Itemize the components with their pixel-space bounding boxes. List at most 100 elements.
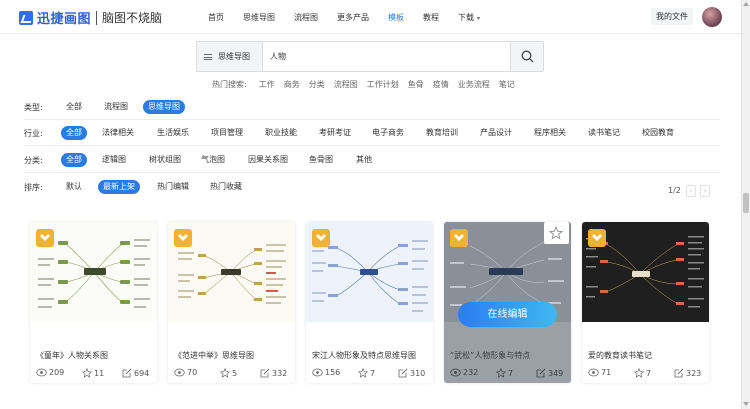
logo-text: 迅捷画图 xyxy=(37,12,92,27)
hot-search-item[interactable]: 鱼骨 xyxy=(408,79,424,90)
star-count: 11 xyxy=(82,368,104,378)
chevron-down-icon: ▾ xyxy=(477,14,481,22)
next-page-button[interactable]: › xyxy=(700,185,710,197)
sort-default[interactable]: 默认 xyxy=(66,180,82,194)
search-type-select[interactable]: 思维导图 xyxy=(197,42,263,71)
search-icon xyxy=(521,50,534,63)
nav-templates[interactable]: 模板 xyxy=(388,12,404,23)
filter-category-label: 分类: xyxy=(24,155,43,165)
hot-search-item[interactable]: 商务 xyxy=(284,79,300,90)
filter-category-tree[interactable]: 树状组图 xyxy=(149,153,181,167)
search-button[interactable] xyxy=(510,42,543,71)
filter-industry-ecommerce[interactable]: 电子商务 xyxy=(372,126,404,140)
filter-type-all[interactable]: 全部 xyxy=(66,100,82,114)
template-card[interactable]: 《范进中举》思维导图 70 5 332 xyxy=(168,222,295,383)
filter-category-row: 分类: 全部 逻辑图 树状组图 气泡图 因果关系图 鱼骨图 其他 xyxy=(0,152,721,168)
nav-flowchart[interactable]: 流程图 xyxy=(294,12,318,23)
eye-icon xyxy=(36,368,47,377)
template-card[interactable]: 宋江人物形象及特点思维导图 156 7 310 xyxy=(306,222,433,383)
hot-search-item[interactable]: 工作计划 xyxy=(367,79,399,90)
filter-industry-life[interactable]: 生活娱乐 xyxy=(157,126,189,140)
hot-search-item[interactable]: 流程图 xyxy=(334,79,358,90)
star-count-value: 7 xyxy=(370,368,376,378)
filter-industry-pm[interactable]: 项目管理 xyxy=(211,126,243,140)
edit-count-value: 694 xyxy=(134,368,150,378)
edit-icon xyxy=(536,368,546,378)
nav-download[interactable]: 下载 ▾ xyxy=(458,12,480,23)
filter-industry-reading[interactable]: 读书笔记 xyxy=(588,126,620,140)
nav-mindmap[interactable]: 思维导图 xyxy=(243,12,275,23)
filter-industry-all[interactable]: 全部 xyxy=(61,126,87,140)
filter-type-flowchart[interactable]: 流程图 xyxy=(104,100,128,114)
hot-search-item[interactable]: 疫情 xyxy=(433,79,449,90)
favorite-button[interactable] xyxy=(544,222,569,244)
filter-industry-campus[interactable]: 校园教育 xyxy=(642,126,674,140)
filter-industry-product[interactable]: 产品设计 xyxy=(480,126,512,140)
hot-search-item[interactable]: 笔记 xyxy=(499,79,515,90)
star-count-value: 7 xyxy=(508,368,514,378)
template-card[interactable]: 在线编辑 “武松”人物形象与特点 232 7 349 xyxy=(444,222,571,383)
vip-badge-icon xyxy=(312,229,330,247)
online-edit-button[interactable]: 在线编辑 xyxy=(458,302,557,327)
edit-count-value: 349 xyxy=(548,368,564,378)
star-icon xyxy=(220,368,230,378)
template-card[interactable]: 爱的教育读书笔记 71 7 323 xyxy=(582,222,709,383)
divider xyxy=(24,145,720,146)
filter-category-cause[interactable]: 因果关系图 xyxy=(248,153,288,167)
star-count-value: 5 xyxy=(232,368,238,378)
scroll-up-icon[interactable] xyxy=(743,2,749,6)
filter-industry-law[interactable]: 法律相关 xyxy=(102,126,134,140)
avatar[interactable] xyxy=(702,7,722,27)
my-files-button[interactable]: 我的文件 xyxy=(651,8,693,25)
eye-icon xyxy=(174,368,185,377)
filter-industry-skills[interactable]: 职业技能 xyxy=(265,126,297,140)
sort-hot-fav[interactable]: 热门收藏 xyxy=(210,180,242,194)
star-count-value: 7 xyxy=(646,368,652,378)
star-icon xyxy=(82,368,92,378)
eye-icon xyxy=(450,368,461,377)
edit-count: 349 xyxy=(536,368,563,378)
logo-slogan: 脑图不烧脑 xyxy=(102,11,163,25)
hot-search-item[interactable]: 业务流程 xyxy=(458,79,490,90)
template-title: 宋江人物形象及特点思维导图 xyxy=(312,351,416,360)
filter-industry-programming[interactable]: 程序相关 xyxy=(534,126,566,140)
hot-search-item[interactable]: 工作 xyxy=(259,79,275,90)
filter-type-mindmap[interactable]: 思维导图 xyxy=(143,100,185,114)
sort-hot-edit[interactable]: 热门编辑 xyxy=(157,180,189,194)
edit-count-value: 332 xyxy=(272,368,288,378)
view-count: 71 xyxy=(588,368,611,377)
filter-category-all[interactable]: 全部 xyxy=(61,153,87,167)
filter-industry-education[interactable]: 教育培训 xyxy=(426,126,458,140)
filter-industry-label: 行业: xyxy=(24,128,43,138)
chevron-right-icon: › xyxy=(703,187,707,195)
filter-category-other[interactable]: 其他 xyxy=(356,153,372,167)
logo[interactable]: 迅捷画图 脑图不烧脑 xyxy=(19,8,162,27)
nav-home[interactable]: 首页 xyxy=(208,12,224,23)
filter-category-bubble[interactable]: 气泡图 xyxy=(201,153,225,167)
filter-type-label: 类型: xyxy=(24,102,43,112)
chevron-left-icon: ‹ xyxy=(689,187,693,195)
logo-divider xyxy=(96,10,98,25)
filter-category-logic[interactable]: 逻辑图 xyxy=(102,153,126,167)
filter-category-fishbone[interactable]: 鱼骨图 xyxy=(309,153,333,167)
filter-industry-exam[interactable]: 考研考证 xyxy=(319,126,351,140)
template-card[interactable]: 《童年》人物关系图 209 11 694 xyxy=(30,222,157,383)
scroll-down-icon[interactable] xyxy=(743,402,749,406)
nav-download-label: 下载 xyxy=(458,12,474,22)
nav-tutorials[interactable]: 教程 xyxy=(423,12,439,23)
search-input[interactable] xyxy=(264,42,510,71)
filter-type-row: 类型: 全部 流程图 思维导图 xyxy=(0,99,721,115)
template-title: 爱的教育读书笔记 xyxy=(588,351,652,360)
template-title: 《童年》人物关系图 xyxy=(36,351,108,360)
nav-more-products[interactable]: 更多产品 xyxy=(337,12,369,23)
view-count: 70 xyxy=(174,368,197,377)
prev-page-button[interactable]: ‹ xyxy=(686,185,696,197)
page-scrollbar[interactable] xyxy=(741,0,750,409)
view-count-value: 232 xyxy=(463,368,479,377)
sort-newest[interactable]: 最新上架 xyxy=(98,180,140,194)
hot-search-item[interactable]: 分类 xyxy=(309,79,325,90)
scroll-thumb[interactable] xyxy=(743,193,749,213)
search-box: 思维导图 xyxy=(196,41,544,72)
edit-count: 323 xyxy=(674,368,701,378)
edit-icon xyxy=(122,368,132,378)
